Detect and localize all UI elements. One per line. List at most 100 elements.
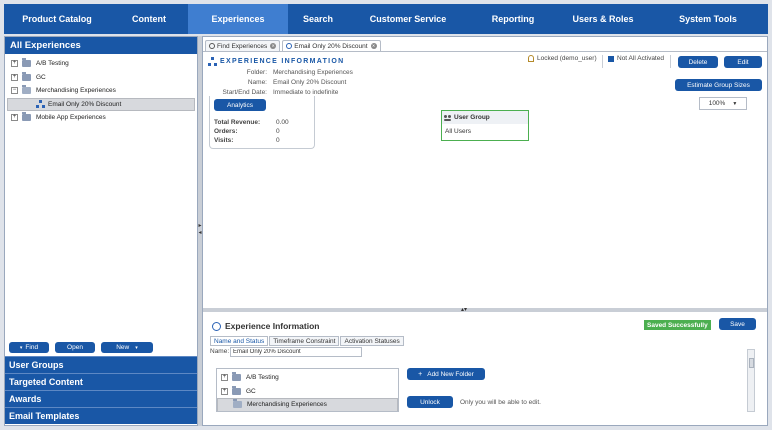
folder-open-icon [22,85,31,95]
nav-content[interactable]: Content [110,4,188,34]
accordion-user-groups[interactable]: User Groups [5,356,197,373]
tab-label: Find Experiences [217,42,268,50]
folder-picker-item-gc[interactable]: + GC [217,385,398,399]
users-icon [444,114,451,121]
orders-value: 0 [276,128,280,135]
analytics-button[interactable]: Analytics [214,99,266,111]
tree-item-email-only-discount[interactable]: Email Only 20% Discount [7,97,195,111]
experience-tree: + A/B Testing + GC − Merchandising Exper… [5,54,197,128]
tab-divider [203,51,767,52]
folder-picker-label: GC [246,387,256,395]
unlock-button[interactable]: Unlock [407,396,453,408]
accordion-awards[interactable]: Awards [5,390,197,407]
accordion-email-templates[interactable]: Email Templates [5,407,197,424]
status-separator [670,55,671,68]
tab-timeframe-constraint[interactable]: Timeframe Constraint [269,336,340,346]
experience-info-title-text: EXPERIENCE INFORMATION [220,58,345,65]
folder-picker-label: Merchandising Experiences [247,401,327,409]
document-tabs: Find Experiences ✕ Email Only 20% Discou… [205,40,381,51]
folder-icon [22,112,31,122]
saved-status-badge: Saved Successfully [644,320,711,330]
estimate-group-sizes-button[interactable]: Estimate Group Sizes [675,79,762,91]
tree-item-ab-testing[interactable]: + A/B Testing [7,57,195,71]
tree-item-label: A/B Testing [36,60,69,68]
lock-status-text: Locked (demo_user) [537,55,597,62]
expand-icon[interactable]: + [11,114,18,122]
status-separator [602,55,603,68]
activation-status-text: Not All Activated [617,55,664,62]
save-button[interactable]: Save [719,318,756,330]
folder-picker-item-merchandising[interactable]: Merchandising Experiences [217,398,398,411]
search-icon [209,43,215,49]
folder-icon [22,71,31,81]
open-button[interactable]: Open [55,342,95,353]
user-group-node[interactable]: User Group All Users [441,110,529,141]
experience-icon [208,57,217,66]
chevron-down-icon: ▾ [19,344,23,351]
tree-item-merchandising[interactable]: − Merchandising Experiences [7,84,195,98]
globe-icon [212,321,221,331]
user-group-header: User Group [442,111,528,124]
folder-picker: + A/B Testing + GC Merchandising Experie… [216,368,399,412]
expand-icon[interactable]: + [221,387,228,395]
visits-label: Visits: [214,137,234,144]
horizontal-splitter[interactable]: ▴▾ [203,306,767,313]
user-group-title: User Group [454,114,490,121]
nav-system-tools[interactable]: System Tools [648,4,768,34]
main-panel: Find Experiences ✕ Email Only 20% Discou… [202,36,768,426]
accordion-targeted-content[interactable]: Targeted Content [5,373,197,390]
tab-find-experiences[interactable]: Find Experiences ✕ [205,40,281,51]
total-revenue-label: Total Revenue: [214,119,261,126]
collapse-icon[interactable]: − [11,87,18,95]
nav-users-roles[interactable]: Users & Roles [558,4,648,34]
orders-label: Orders: [214,128,238,135]
tree-item-label: Merchandising Experiences [36,87,116,95]
tab-activation-statuses[interactable]: Activation Statuses [340,336,404,346]
delete-button[interactable]: Delete [678,56,718,68]
unlock-note: Only you will be able to edit. [460,399,541,406]
chevron-down-icon: ▼ [732,100,738,107]
close-icon[interactable]: ✕ [370,43,377,49]
folder-icon [22,58,31,68]
visits-value: 0 [276,137,280,144]
nav-search[interactable]: Search [288,4,348,34]
plus-icon: + [418,370,423,378]
folder-picker-item-ab-testing[interactable]: + A/B Testing [217,371,398,385]
splitter-grip-icon[interactable]: ▴▾ [461,306,467,313]
tab-email-only-discount[interactable]: Email Only 20% Discount ✕ [282,40,381,51]
tree-item-label: Mobile App Experiences [36,114,106,122]
bottom-section-title-text: Experience Information [225,321,320,331]
expand-icon[interactable]: + [11,73,18,81]
name-field[interactable] [230,347,362,357]
editor-scrollbar[interactable] [747,349,755,412]
nav-reporting[interactable]: Reporting [468,4,558,34]
nav-customer-service[interactable]: Customer Service [348,4,468,34]
close-icon[interactable]: ✕ [270,43,277,49]
folder-label: Folder: [246,69,267,76]
tree-item-label: GC [36,73,46,81]
name-field-label: Name: [210,348,230,355]
add-new-folder-button[interactable]: + Add New Folder [407,368,485,380]
folder-icon [232,385,241,395]
edit-button[interactable]: Edit [724,56,762,68]
find-button[interactable]: ▾ Find [9,342,49,353]
bottom-section-title: Experience Information [212,321,319,331]
folder-value: Merchandising Experiences [273,69,353,76]
find-button-label: Find [25,344,39,351]
zoom-select[interactable]: 100% ▼ [699,97,747,110]
expand-icon[interactable]: + [221,374,228,382]
tree-item-mobile-app[interactable]: + Mobile App Experiences [7,111,195,125]
total-revenue-value: 0.00 [276,119,289,126]
new-button[interactable]: New ▾ [101,342,153,353]
new-button-label: New [116,344,130,351]
activation-status: Not All Activated [608,55,664,62]
chevron-down-icon: ▾ [135,344,138,351]
tree-item-gc[interactable]: + GC [7,71,195,85]
nav-product-catalog[interactable]: Product Catalog [4,4,110,34]
nav-experiences[interactable]: Experiences [188,4,288,34]
scrollbar-thumb[interactable] [749,358,754,368]
expand-icon[interactable]: + [11,60,18,68]
tab-name-and-status[interactable]: Name and Status [210,336,269,346]
all-experiences-header: All Experiences [5,37,197,54]
experience-icon [36,100,45,109]
